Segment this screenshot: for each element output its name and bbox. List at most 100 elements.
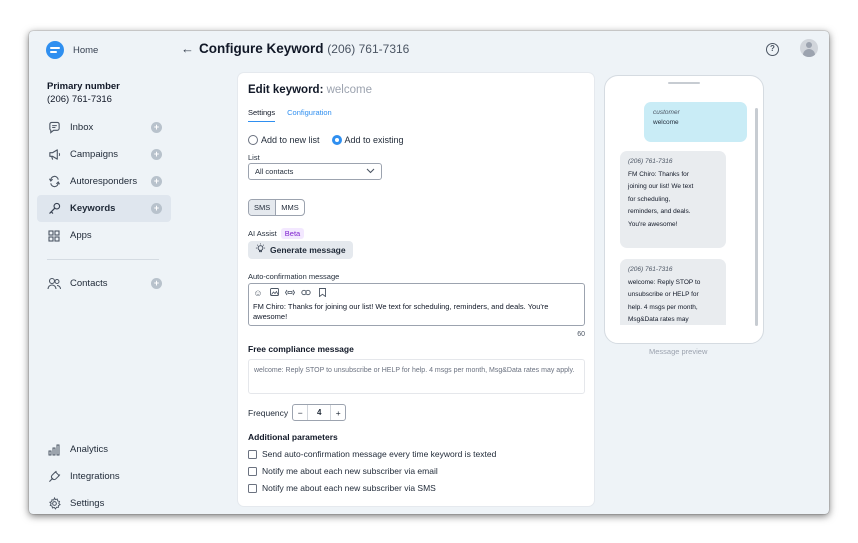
sidebar-item-inbox[interactable]: Inbox + (37, 114, 171, 141)
grid-icon (47, 229, 61, 243)
checkbox-send-every-time[interactable]: Send auto-confirmation message every tim… (248, 449, 496, 459)
sidebar-item-label: Contacts (70, 278, 108, 289)
radio-circle-selected[interactable] (331, 135, 342, 145)
checkbox-notify-sms[interactable]: Notify me about each new subscriber via … (248, 483, 436, 493)
bookmark-icon[interactable] (317, 287, 327, 299)
edit-keyword-title: Edit keyword: welcome (248, 84, 372, 96)
home-link[interactable]: Home (46, 41, 98, 59)
radio-add-new-list[interactable]: Add to new list (248, 135, 320, 145)
add-autoresponder-icon[interactable]: + (151, 176, 162, 187)
chevron-down-icon (366, 167, 375, 176)
sidebar-item-label: Analytics (70, 444, 109, 455)
tab-bar: Settings Configuration (248, 108, 332, 122)
reply-line: joining our list! We text (628, 183, 694, 191)
add-contact-icon[interactable]: + (151, 278, 162, 289)
avatar[interactable] (800, 39, 818, 57)
list-label: List (248, 153, 260, 162)
radio-label: Add to new list (261, 135, 320, 145)
preview-scrollbar[interactable] (755, 108, 758, 326)
tab-settings[interactable]: Settings (248, 108, 276, 122)
logo-icon (46, 41, 64, 59)
sidebar: Home Primary number (206) 761-7316 Inbox… (29, 31, 179, 514)
checkbox-label: Send auto-confirmation message every tim… (262, 449, 497, 459)
radio-circle[interactable] (248, 135, 258, 145)
primary-number-label: Primary number (47, 81, 120, 92)
reply-line: for scheduling, (628, 195, 671, 203)
preview-thread: customer welcome (206) 761-7316 FM Chiro… (609, 98, 759, 325)
edit-keyword-card: Edit keyword: welcome Settings Configura… (238, 73, 594, 506)
mms-button[interactable]: MMS (276, 200, 304, 215)
plug-icon (47, 470, 61, 484)
chat-bubble-icon (47, 121, 61, 135)
sidebar-item-settings[interactable]: Settings (37, 490, 171, 514)
frequency-stepper: − 4 + (292, 404, 347, 421)
back-arrow-icon[interactable]: ← (181, 41, 194, 56)
checkbox-label: Notify me about each new subscriber via … (262, 483, 436, 493)
editor-toolbar: ☺ (253, 287, 580, 299)
key-icon (47, 202, 61, 216)
sidebar-divider (47, 259, 159, 260)
tab-configuration[interactable]: Configuration (287, 108, 332, 122)
ai-assist-row: AI Assist Beta (248, 228, 305, 239)
radio-label: Add to existing (344, 135, 404, 145)
sidebar-item-analytics[interactable]: Analytics (37, 436, 171, 463)
sidebar-item-apps[interactable]: Apps (37, 222, 171, 249)
gear-icon (47, 497, 61, 511)
checkbox[interactable] (248, 449, 257, 459)
auto-confirmation-label: Auto-confirmation message (248, 272, 340, 281)
app-window: Home Primary number (206) 761-7316 Inbox… (29, 31, 829, 514)
compliance-title: Free compliance message (248, 344, 354, 354)
primary-number-value: (206) 761-7316 (47, 94, 112, 105)
keyword-name: welcome (326, 84, 372, 96)
frequency-label: Frequency (248, 407, 289, 418)
frequency-decrement-button[interactable]: − (293, 408, 307, 418)
reply-sender: (206) 761-7316 (628, 266, 673, 273)
sidebar-nav: Inbox + Campaigns + Autoresponders + Key… (37, 114, 171, 297)
checkbox[interactable] (248, 483, 257, 493)
add-inbox-icon[interactable]: + (151, 122, 162, 133)
sidebar-item-label: Integrations (70, 471, 120, 482)
variable-icon[interactable] (284, 288, 296, 298)
frequency-increment-button[interactable]: + (331, 408, 345, 418)
generate-message-button[interactable]: Generate message (248, 241, 353, 259)
reply-line: reminders, and deals. (628, 208, 691, 216)
add-campaign-icon[interactable]: + (151, 149, 162, 160)
edit-keyword-label: Edit keyword: (248, 84, 324, 96)
sms-button[interactable]: SMS (249, 200, 277, 215)
sidebar-item-autoresponders[interactable]: Autoresponders + (37, 168, 171, 195)
sidebar-item-keywords[interactable]: Keywords + (37, 195, 171, 222)
checkbox-notify-email[interactable]: Notify me about each new subscriber via … (248, 466, 438, 476)
list-select[interactable]: All contacts (248, 163, 382, 180)
frequency-value[interactable]: 4 (307, 405, 332, 420)
repeat-icon (47, 175, 61, 189)
auto-confirmation-editor[interactable]: ☺ FM Chiro: Thanks for joining our list!… (248, 283, 585, 326)
customer-text: welcome (653, 119, 679, 126)
reply-sender: (206) 761-7316 (628, 158, 673, 165)
sidebar-item-label: Keywords (70, 203, 116, 214)
reply-bubble-compliance: (206) 761-7316 welcome: Reply STOP to un… (620, 259, 726, 325)
sidebar-item-integrations[interactable]: Integrations (37, 463, 171, 490)
message-type-toggle: SMS MMS (248, 199, 305, 216)
link-icon[interactable] (301, 288, 311, 298)
megaphone-icon (47, 148, 61, 162)
customer-label: customer (653, 109, 680, 116)
sidebar-item-label: Autoresponders (70, 176, 138, 187)
reply-bubble-confirmation: (206) 761-7316 FM Chiro: Thanks for join… (620, 151, 726, 248)
page-title-text: Configure Keyword (199, 41, 324, 56)
checkbox[interactable] (248, 466, 257, 476)
emoji-icon[interactable]: ☺ (253, 288, 263, 298)
additional-parameters-title: Additional parameters (248, 432, 338, 442)
reply-line: You're awesome! (628, 220, 678, 228)
sidebar-item-campaigns[interactable]: Campaigns + (37, 141, 171, 168)
image-icon[interactable] (269, 288, 279, 298)
message-preview-caption: Message preview (649, 347, 708, 356)
compliance-message-box: welcome: Reply STOP to unsubscribe or HE… (248, 359, 585, 394)
auto-confirmation-text: FM Chiro: Thanks for joining our list! W… (253, 302, 549, 321)
help-icon[interactable]: ? (766, 43, 779, 56)
add-keyword-icon[interactable]: + (151, 203, 162, 214)
radio-add-existing[interactable]: Add to existing (331, 135, 404, 145)
customer-bubble: customer welcome (644, 102, 747, 142)
lightbulb-icon (255, 243, 266, 257)
sidebar-item-label: Inbox (70, 122, 94, 133)
sidebar-item-contacts[interactable]: Contacts + (37, 270, 171, 297)
